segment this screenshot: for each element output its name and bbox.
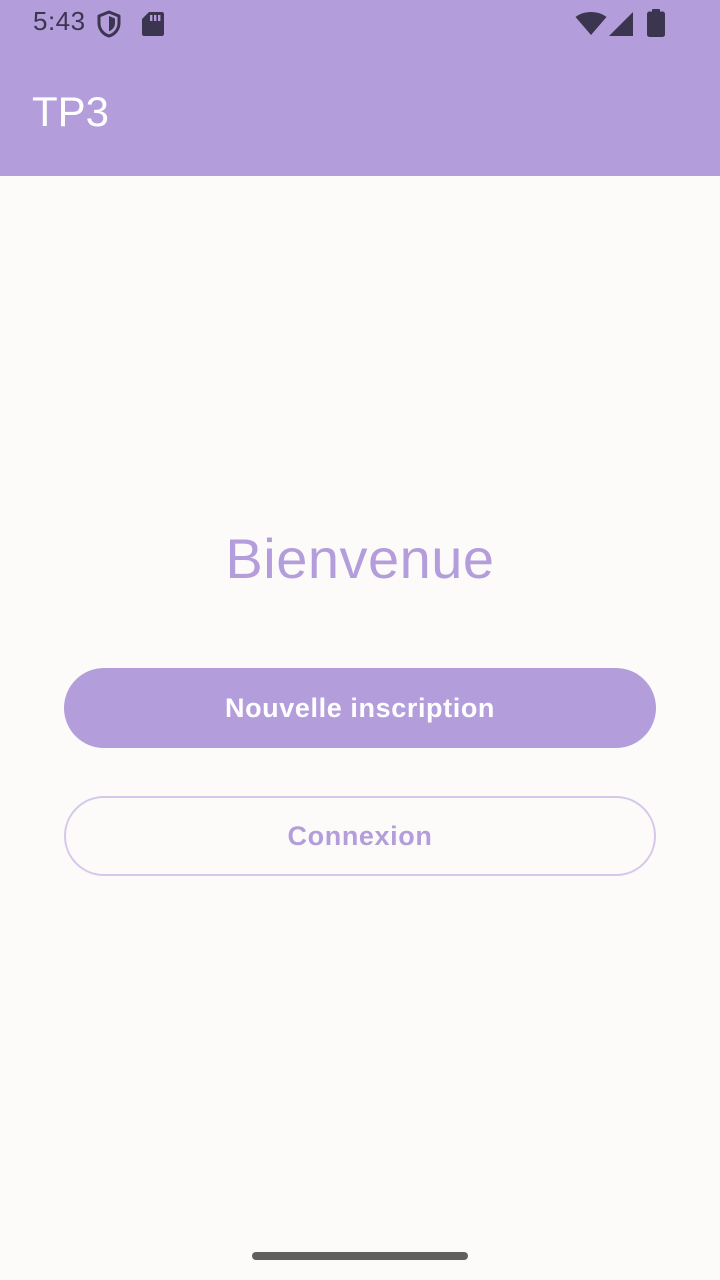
battery-icon <box>647 9 665 37</box>
status-bar: 5:43 <box>0 0 720 48</box>
app-title: TP3 <box>32 88 110 135</box>
home-indicator[interactable] <box>252 1252 468 1260</box>
new-registration-button[interactable]: Nouvelle inscription <box>64 668 656 748</box>
screen: 5:43 TP3 Bienvenue Nouvelle inscription … <box>0 0 720 1280</box>
sd-card-icon <box>142 12 164 36</box>
login-button[interactable]: Connexion <box>64 796 656 876</box>
shield-icon <box>97 10 121 38</box>
status-time: 5:43 <box>33 6 86 36</box>
app-bar: 5:43 TP3 <box>0 0 720 176</box>
wifi-icon <box>575 12 607 35</box>
welcome-heading: Bienvenue <box>225 527 495 590</box>
signal-icon <box>609 12 633 36</box>
